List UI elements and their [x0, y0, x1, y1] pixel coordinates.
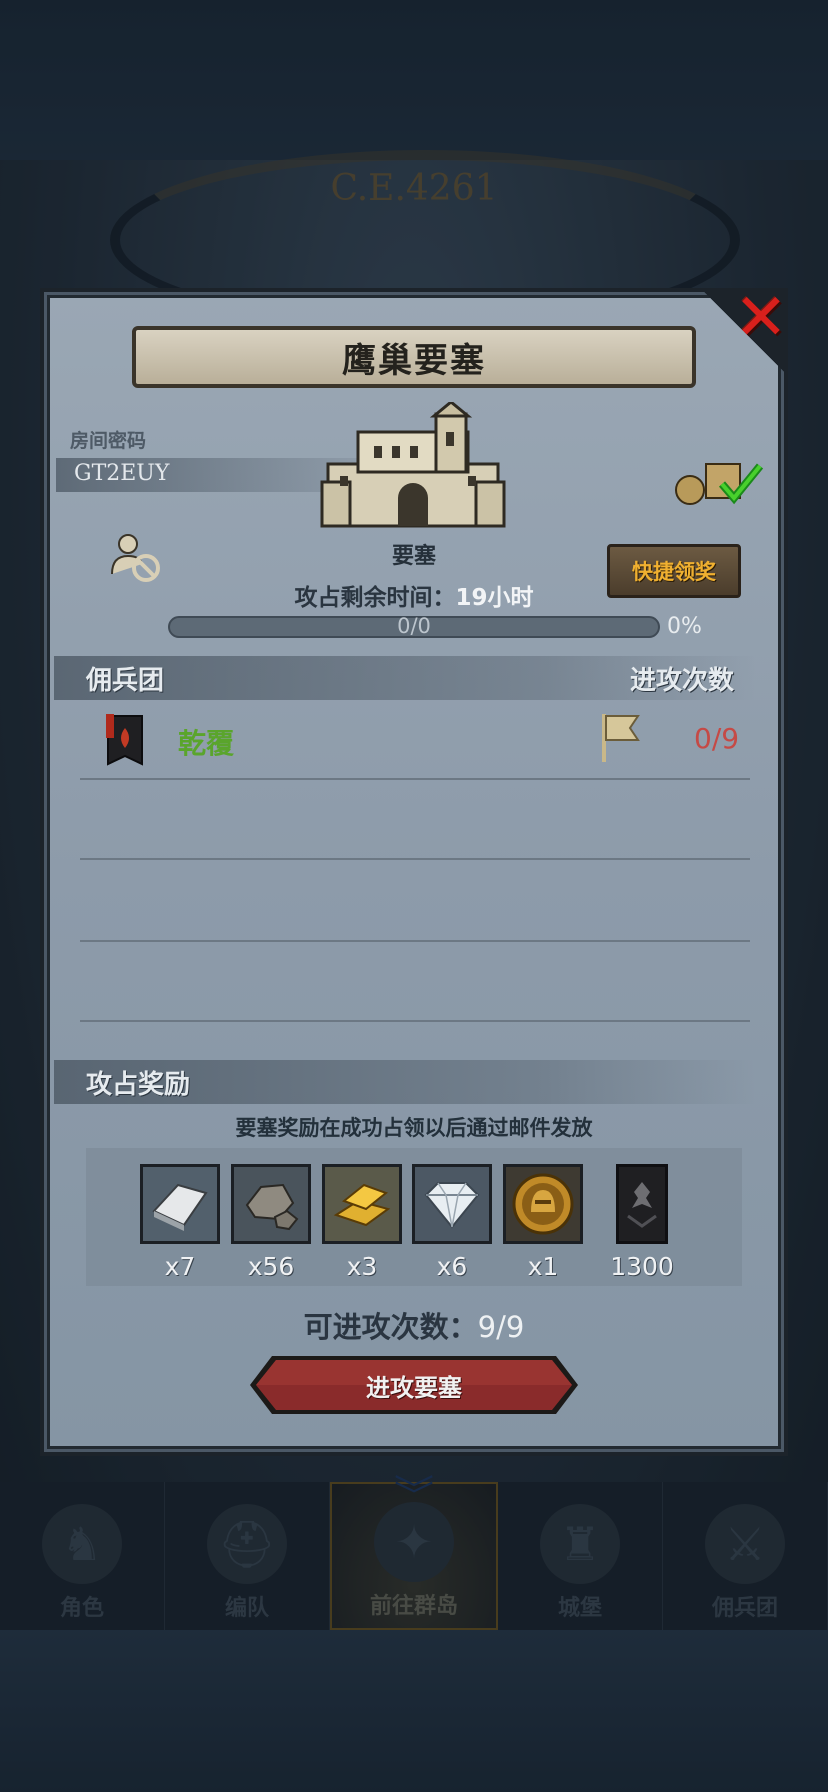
reward-qty: x1 [527, 1252, 559, 1281]
reward-qty: x6 [436, 1252, 468, 1281]
guild-banner-icon [106, 714, 143, 766]
close-icon: ✕ [734, 281, 788, 355]
reward-qty: x3 [346, 1252, 378, 1281]
silver-ingot-icon [140, 1164, 220, 1244]
reward-item[interactable]: x1 [501, 1164, 585, 1281]
capture-time-value: 19小时 [455, 585, 534, 611]
attack-count-header: 进攻次数 [630, 666, 735, 696]
dialog-title: 鹰巢要塞 [342, 340, 486, 381]
row-divider [80, 858, 750, 860]
room-code-label: 房间密码 [70, 430, 147, 452]
row-divider [80, 778, 750, 780]
available-attacks-value: 9/9 [477, 1310, 525, 1344]
room-code[interactable]: GT2EUY [74, 461, 169, 486]
castle-icon [320, 402, 506, 528]
reward-item[interactable]: 1300 [600, 1164, 684, 1281]
close-button[interactable]: ✕ [732, 286, 790, 350]
reward-item[interactable]: x3 [320, 1164, 404, 1281]
gold-bar-icon [322, 1164, 402, 1244]
rewards-header: 攻占奖励 [86, 1070, 191, 1100]
guild-attack-count: 0/9 [694, 722, 740, 755]
reward-item[interactable]: x56 [229, 1164, 313, 1281]
reward-qty: x56 [247, 1252, 295, 1281]
reward-qty: x7 [164, 1252, 196, 1281]
reward-item[interactable]: x6 [410, 1164, 494, 1281]
user-blocked-icon [111, 534, 160, 582]
row-divider [80, 1020, 750, 1022]
diamond-icon [412, 1164, 492, 1244]
available-attacks-label: 可进攻次数： [303, 1310, 478, 1344]
attack-fortress-button[interactable]: 进攻要塞 [248, 1354, 580, 1416]
reward-bag-claimed-icon [675, 463, 764, 505]
flag-icon [602, 714, 640, 762]
banner-icon [616, 1164, 668, 1244]
guild-name[interactable]: 乾覆 [178, 722, 234, 762]
capture-progress-percent: 0% [667, 614, 702, 639]
mercenary-header: 佣兵团 [86, 666, 165, 696]
reward-qty: 1300 [610, 1252, 674, 1281]
capture-progress-text: 0/0 [397, 614, 431, 638]
reward-item[interactable]: x7 [138, 1164, 222, 1281]
rewards-note: 要塞奖励在成功占领以后通过邮件发放 [235, 1116, 593, 1140]
capture-time: 攻占剩余时间：19小时 [0, 578, 828, 612]
capture-time-label: 攻占剩余时间： [294, 585, 456, 611]
medal-icon [503, 1164, 583, 1244]
row-divider [80, 940, 750, 942]
title-banner: 鹰巢要塞 [132, 326, 696, 388]
available-attacks: 可进攻次数：9/9 [0, 1304, 828, 1346]
ore-icon [231, 1164, 311, 1244]
